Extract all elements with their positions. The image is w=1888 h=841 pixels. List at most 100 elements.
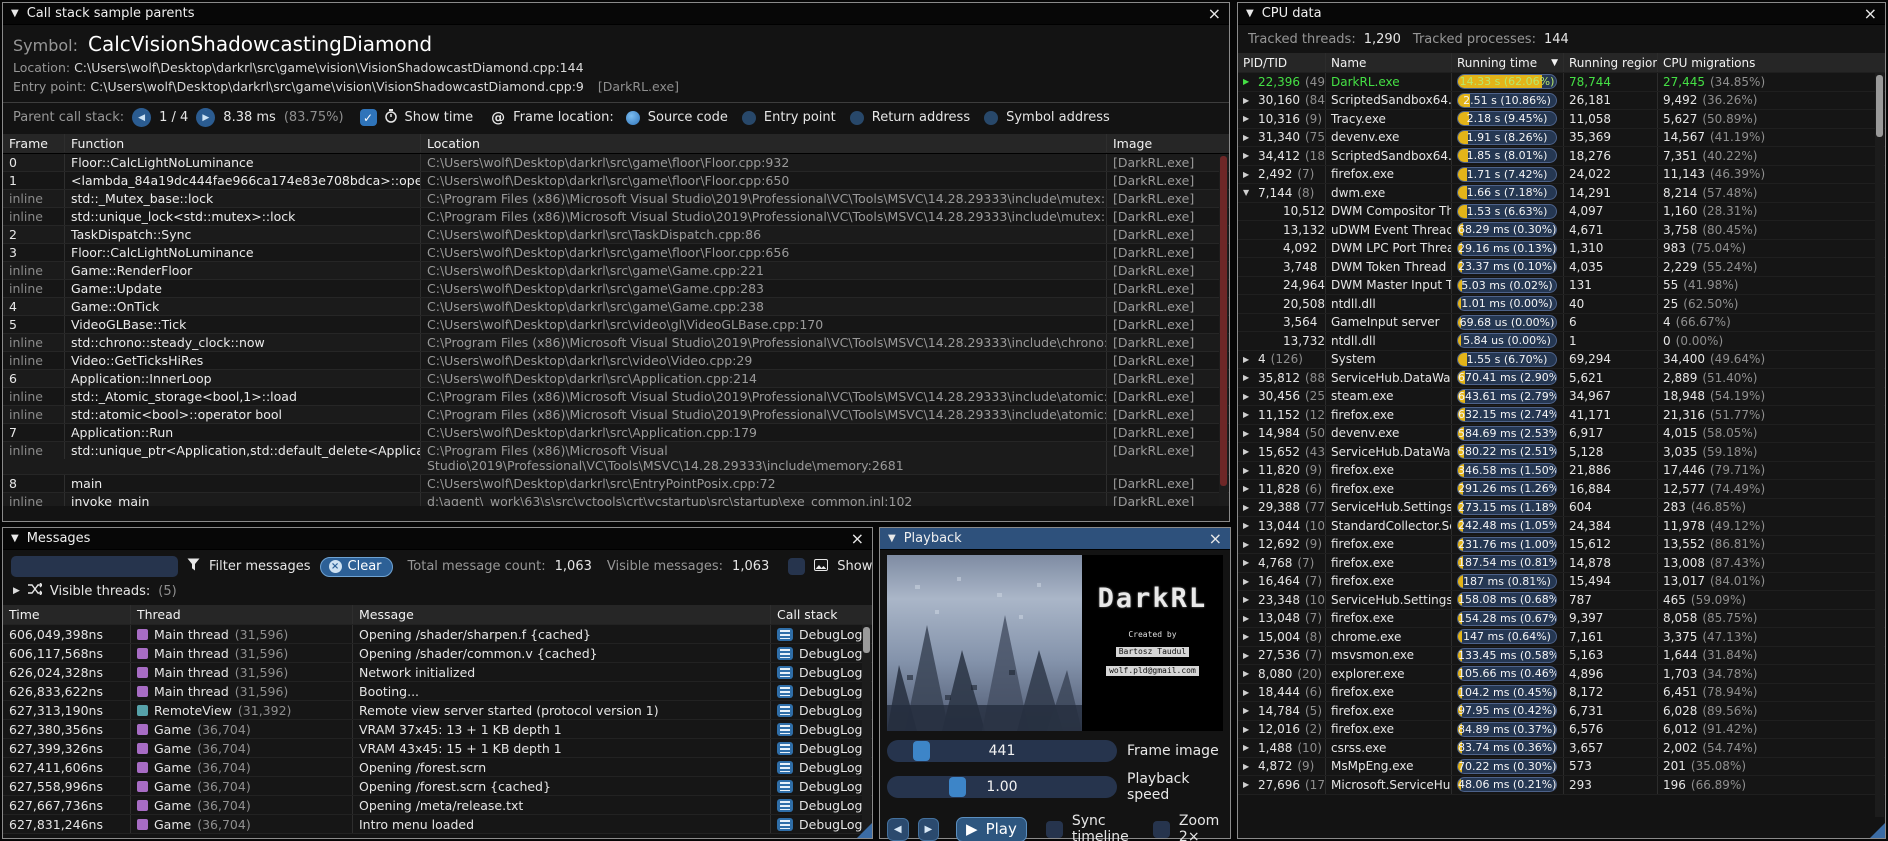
- sync-timeline-checkbox[interactable]: [1046, 821, 1063, 838]
- close-icon[interactable]: ×: [1209, 532, 1222, 546]
- step-forward-button[interactable]: ▶: [918, 818, 940, 841]
- message-row[interactable]: 626,024,328nsMain thread(31,596)Network …: [3, 663, 872, 682]
- callstack-row[interactable]: inlineGame::UpdateC:\Users\wolf\Desktop\…: [3, 280, 1229, 298]
- expand-icon[interactable]: ▶: [1243, 429, 1253, 438]
- cpu-row[interactable]: 3,564GameInput server69.68 us (0.00%)64(…: [1238, 314, 1885, 333]
- callstack-row[interactable]: 0Floor::CalcLightNoLuminanceC:\Users\wol…: [3, 154, 1229, 172]
- expand-icon[interactable]: ▶: [1243, 410, 1253, 419]
- expand-icon[interactable]: ▶: [1243, 392, 1253, 401]
- callstack-list-icon[interactable]: [777, 799, 793, 812]
- callstack-row[interactable]: inlinestd::unique_lock<std::mutex>::lock…: [3, 208, 1229, 226]
- play-button[interactable]: ▶ Play: [956, 817, 1027, 841]
- cpu-row[interactable]: ▼7,144(8)dwm.exe1.66 s (7.18%)14,2918,21…: [1238, 184, 1885, 203]
- callstack-row[interactable]: inlineinvoke_maind:\agent\_work\63\s\src…: [3, 493, 1229, 506]
- column-header-pid/tid[interactable]: PID/TID: [1238, 53, 1326, 72]
- cpu-row[interactable]: ▶13,048(7)firefox.exe154.28 ms (0.67%)9,…: [1238, 610, 1885, 629]
- expand-icon[interactable]: ▶: [1243, 170, 1253, 179]
- expand-icon[interactable]: ▶: [1243, 577, 1253, 586]
- callstack-row[interactable]: inlinestd::unique_ptr<Application,std::d…: [3, 442, 1229, 475]
- callstack-list-icon[interactable]: [777, 666, 793, 679]
- expand-icon[interactable]: ▶: [1243, 669, 1253, 678]
- cpu-row[interactable]: ▶34,412(18)ScriptedSandbox64.exe1.85 s (…: [1238, 147, 1885, 166]
- radio-return-address[interactable]: [850, 111, 864, 125]
- message-row[interactable]: 627,313,190nsRemoteView(31,392)Remote vi…: [3, 701, 872, 720]
- cpu-row[interactable]: ▶16,464(7)firefox.exe187 ms (0.81%)15,49…: [1238, 573, 1885, 592]
- expand-icon[interactable]: ▶: [1243, 743, 1253, 752]
- callstack-row[interactable]: inlinestd::_Atomic_storage<bool,1>::load…: [3, 388, 1229, 406]
- cpu-row[interactable]: ▶30,160(84)ScriptedSandbox64.exe2.51 s (…: [1238, 92, 1885, 111]
- show-frame-checkbox[interactable]: [788, 558, 805, 575]
- radio-entry-point[interactable]: [742, 111, 756, 125]
- cpu-row[interactable]: 13,132uDWM Event Thread68.29 ms (0.30%)4…: [1238, 221, 1885, 240]
- callstack-row[interactable]: inlinestd::_Mutex_base::lockC:\Program F…: [3, 190, 1229, 208]
- close-icon[interactable]: ×: [1208, 7, 1221, 21]
- collapse-icon[interactable]: ▼: [888, 533, 896, 544]
- collapse-icon[interactable]: ▼: [11, 533, 19, 544]
- collapse-icon[interactable]: ▼: [11, 8, 19, 19]
- expand-icon[interactable]: ▶: [1243, 114, 1253, 123]
- cpu-row[interactable]: ▶4(126)System1.55 s (6.70%)69,29434,400(…: [1238, 351, 1885, 370]
- prev-callstack-button[interactable]: ◀: [132, 108, 151, 127]
- cpu-row[interactable]: 4,092DWM LPC Port Thread29.16 ms (0.13%)…: [1238, 240, 1885, 259]
- resize-grip[interactable]: [857, 823, 872, 838]
- cpu-row[interactable]: ▶30,456(25)steam.exe643.61 ms (2.79%)34,…: [1238, 388, 1885, 407]
- callstack-list-icon[interactable]: [777, 761, 793, 774]
- message-row[interactable]: 626,833,622nsMain thread(31,596)Booting.…: [3, 682, 872, 701]
- expand-icon[interactable]: ▶: [1243, 706, 1253, 715]
- callstack-row[interactable]: 6Application::InnerLoopC:\Users\wolf\Des…: [3, 370, 1229, 388]
- callstack-list-icon[interactable]: [777, 742, 793, 755]
- expand-icon[interactable]: ▶: [1243, 466, 1253, 475]
- column-header-running-time[interactable]: Running time▼: [1452, 53, 1564, 72]
- callstack-list-icon[interactable]: [777, 685, 793, 698]
- expand-icon[interactable]: ▶: [1243, 595, 1253, 604]
- expand-icon[interactable]: ▶: [1243, 614, 1253, 623]
- expand-icon[interactable]: ▶: [1243, 96, 1253, 105]
- expand-icon[interactable]: ▶: [1243, 77, 1253, 86]
- cpu-row[interactable]: ▶11,828(6)firefox.exe291.26 ms (1.26%)16…: [1238, 480, 1885, 499]
- column-header-running-regions[interactable]: Running regions: [1564, 53, 1658, 72]
- message-row[interactable]: 627,558,996nsGame(36,704)Opening /forest…: [3, 777, 872, 796]
- message-row[interactable]: 606,117,568nsMain thread(31,596)Opening …: [3, 644, 872, 663]
- message-row[interactable]: 606,049,398nsMain thread(31,596)Opening …: [3, 625, 872, 644]
- cpu-row[interactable]: ▶11,152(12)firefox.exe632.15 ms (2.74%)4…: [1238, 406, 1885, 425]
- callstack-row[interactable]: inlinestd::chrono::steady_clock::nowC:\P…: [3, 334, 1229, 352]
- expand-icon[interactable]: ▶: [1243, 373, 1253, 382]
- message-row[interactable]: 627,667,736nsGame(36,704)Opening /meta/r…: [3, 796, 872, 815]
- cpu-row[interactable]: 10,512DWM Compositor Thread1.53 s (6.63%…: [1238, 203, 1885, 222]
- callstack-row[interactable]: 4Game::OnTickC:\Users\wolf\Desktop\darkr…: [3, 298, 1229, 316]
- radio-source-code[interactable]: [626, 111, 640, 125]
- expand-icon[interactable]: ▶: [1243, 484, 1253, 493]
- cpu-row[interactable]: ▶4,768(7)firefox.exe187.54 ms (0.81%)14,…: [1238, 554, 1885, 573]
- callstack-row[interactable]: inlineGame::RenderFloorC:\Users\wolf\Des…: [3, 262, 1229, 280]
- column-header-name[interactable]: Name: [1326, 53, 1452, 72]
- expand-icon[interactable]: ▶: [1243, 762, 1253, 771]
- cpu-row[interactable]: ▶29,388(77)ServiceHub.SettingsHost273.15…: [1238, 499, 1885, 518]
- close-icon[interactable]: ×: [851, 532, 864, 546]
- cpu-row[interactable]: ▶27,696(17)Microsoft.ServiceHub.Co48.06 …: [1238, 776, 1885, 795]
- zoom-2x-checkbox[interactable]: [1153, 821, 1170, 838]
- expand-icon[interactable]: ▶: [1243, 651, 1253, 660]
- callstack-list-icon[interactable]: [777, 704, 793, 717]
- cpu-row[interactable]: ▶13,044(10)StandardCollector.Servic242.4…: [1238, 517, 1885, 536]
- expand-icon[interactable]: ▶: [1243, 503, 1253, 512]
- callstack-list-icon[interactable]: [777, 647, 793, 660]
- column-header-cpu-migrations[interactable]: CPU migrations: [1658, 53, 1885, 72]
- expand-icon[interactable]: ▶: [1243, 151, 1253, 160]
- message-row[interactable]: 627,380,356nsGame(36,704)VRAM 37x45: 13 …: [3, 720, 872, 739]
- cpu-scrollbar[interactable]: [1875, 73, 1884, 817]
- cpu-row[interactable]: ▶2,492(7)firefox.exe1.71 s (7.42%)24,022…: [1238, 166, 1885, 185]
- expand-icon[interactable]: ▶: [1243, 780, 1253, 789]
- messages-scrollbar[interactable]: [862, 625, 871, 835]
- cpu-row[interactable]: 13,732ntdll.dll5.84 us (0.00%)10(0.00%): [1238, 332, 1885, 351]
- cpu-row[interactable]: ▶14,984(50)devenv.exe584.69 ms (2.53%)6,…: [1238, 425, 1885, 444]
- cpu-row[interactable]: ▶8,080(20)explorer.exe105.66 ms (0.46%)4…: [1238, 665, 1885, 684]
- cpu-row[interactable]: ▶22,396(49)DarkRL.exe14.33 s (62.06%)78,…: [1238, 73, 1885, 92]
- expand-icon[interactable]: ▶: [1243, 632, 1253, 641]
- cpu-row[interactable]: ▶31,340(75)devenv.exe1.91 s (8.26%)35,36…: [1238, 129, 1885, 148]
- playback-speed-slider[interactable]: 1.00: [887, 776, 1117, 798]
- expand-icon[interactable]: ▶: [1243, 725, 1253, 734]
- cpu-row[interactable]: ▶12,016(2)firefox.exe84.89 ms (0.37%)6,5…: [1238, 721, 1885, 740]
- next-callstack-button[interactable]: ▶: [196, 108, 215, 127]
- collapse-icon[interactable]: ▼: [1246, 8, 1254, 19]
- close-icon[interactable]: ×: [1864, 7, 1877, 21]
